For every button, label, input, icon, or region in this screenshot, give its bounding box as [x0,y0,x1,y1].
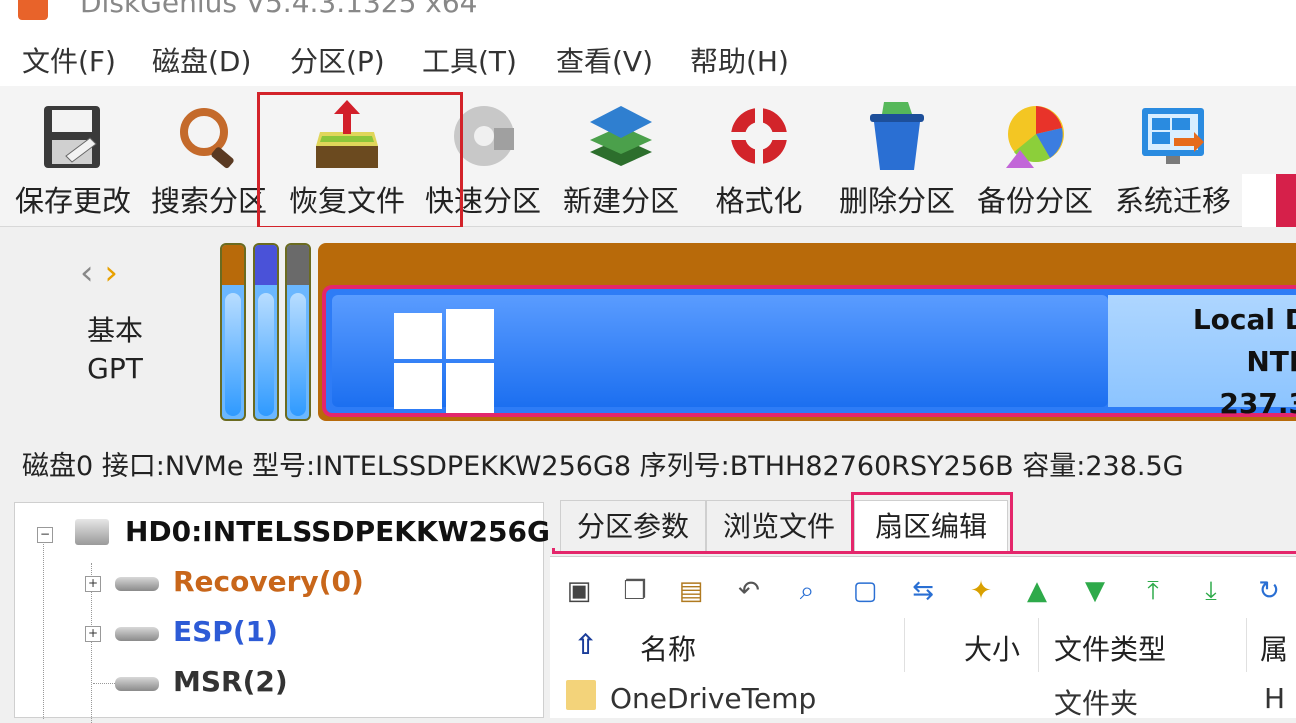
expand-icon[interactable]: + [85,626,101,642]
disk-map: ‹ › 基本 GPT Local D NTF 2 [0,227,1296,437]
toolbar-label: 保存更改 [14,184,131,218]
tree-root-disk[interactable]: HD0:INTELSSDPEKKW256G [125,515,550,548]
find-next-icon[interactable]: ▢ [848,574,882,608]
arrow-top-icon[interactable]: ⤒ [1136,574,1170,608]
arrow-down-icon[interactable]: ▼ [1078,574,1112,608]
partition-fs: NTF [1246,345,1296,378]
app-logo-icon [18,0,48,20]
select-icon[interactable]: ✦ [964,574,998,608]
menu-disk[interactable]: 磁盘(D) [152,40,251,80]
save-changes-button[interactable]: 保存更改 [14,86,132,226]
undo-icon[interactable]: ↶ [732,574,766,608]
tree-item-esp[interactable]: ESP(1) [173,615,278,648]
menu-bar: 文件(F) 磁盘(D) 分区(P) 工具(T) 查看(V) 帮助(H) [0,30,1296,86]
new-partition-icon [590,106,652,166]
disk-info-line: 磁盘0 接口:NVMe 型号:INTELSSDPEKKW256G8 序列号:BT… [22,451,1184,482]
expand-icon[interactable]: + [85,576,101,592]
toolbar: 保存更改 搜索分区 恢复文件 快速分区 新建分区 格式化 删除分区 备份分区 系… [0,86,1296,310]
format-button[interactable]: 格式化 [700,86,818,226]
partition-msr-block[interactable] [285,243,311,421]
toolbar-label: 备份分区 [976,184,1093,218]
windows-logo-icon [394,309,494,413]
folder-icon [566,680,596,710]
new-partition-button[interactable]: 新建分区 [562,86,680,226]
toolbar-label: 系统迁移 [1114,184,1231,218]
column-size[interactable]: 大小 [964,628,1020,668]
recover-files-highlight [257,92,463,229]
search-partition-button[interactable]: 搜索分区 [150,86,268,226]
chevron-right-icon[interactable]: › [104,253,118,293]
chevron-left-icon[interactable]: ‹ [80,253,94,293]
system-migration-button[interactable]: 系统迁移 [1112,86,1234,226]
partition-esp-block[interactable] [253,243,279,421]
tree-item-msr[interactable]: MSR(2) [173,665,288,698]
title-bar: DiskGenius V5.4.3.1325 x64 [0,0,1296,30]
tab-browse-files[interactable]: 浏览文件 [706,500,852,554]
file-list-header: ⇧ 名称 大小 文件类型 属 [560,618,1296,672]
partition-recovery-block[interactable] [220,243,246,421]
partition-size: 237.3 [1219,387,1296,420]
save-icon[interactable]: ▣ [562,574,596,608]
migrate-icon [1142,108,1204,164]
toolbar-label: 新建分区 [562,184,679,218]
delete-partition-button[interactable]: 删除分区 [836,86,958,226]
partition-style-label: GPT [87,352,143,385]
menu-file[interactable]: 文件(F) [22,40,116,80]
column-attr[interactable]: 属 [1260,628,1288,668]
format-icon [727,104,791,168]
arrow-up-icon[interactable]: ▲ [1020,574,1054,608]
tab-partition-params[interactable]: 分区参数 [560,500,706,554]
tree-item-recovery[interactable]: Recovery(0) [173,565,364,598]
column-type[interactable]: 文件类型 [1054,628,1166,668]
toolbar-label: 删除分区 [838,184,955,218]
arrow-bottom-icon[interactable]: ⤓ [1194,574,1228,608]
partition-main-block[interactable]: Local D NTF 237.3 [318,243,1296,421]
backup-icon [1006,106,1064,168]
partition-drive-icon [115,577,159,591]
file-attr: H [1264,682,1286,715]
refresh-icon[interactable]: ↻ [1252,574,1286,608]
file-type: 文件夹 [1054,687,1139,720]
disk-nav: ‹ › [80,253,118,293]
collapse-icon[interactable]: − [37,527,53,543]
copy-icon[interactable]: ❐ [618,574,652,608]
window-title: DiskGenius V5.4.3.1325 x64 [80,0,478,19]
search-icon[interactable]: ⌕ [790,574,824,608]
toolbar-label: 格式化 [715,184,803,218]
partition-drive-icon [115,677,159,691]
column-name[interactable]: 名称 [640,628,696,668]
paste-icon[interactable]: ▤ [674,574,708,608]
menu-tools[interactable]: 工具(T) [422,40,517,80]
backup-partition-button[interactable]: 备份分区 [974,86,1096,226]
magnifier-icon [180,108,234,169]
file-name: OneDriveTemp [610,682,817,715]
menu-view[interactable]: 查看(V) [556,40,653,80]
sort-up-icon[interactable]: ⇧ [574,628,597,661]
disk-tree: − HD0:INTELSSDPEKKW256G + Recovery(0) + … [14,502,550,723]
menu-partition[interactable]: 分区(P) [290,40,385,80]
disk-type-label: 基本 [86,314,143,347]
hard-disk-icon [75,519,109,545]
partition-drive-icon [115,627,159,641]
trash-icon [870,102,924,170]
goto-icon[interactable]: ⇆ [906,574,940,608]
save-icon [44,106,100,168]
menu-help[interactable]: 帮助(H) [690,40,789,80]
sector-edit-tab-highlight [851,492,1013,554]
partition-name: Local D [1192,303,1296,336]
